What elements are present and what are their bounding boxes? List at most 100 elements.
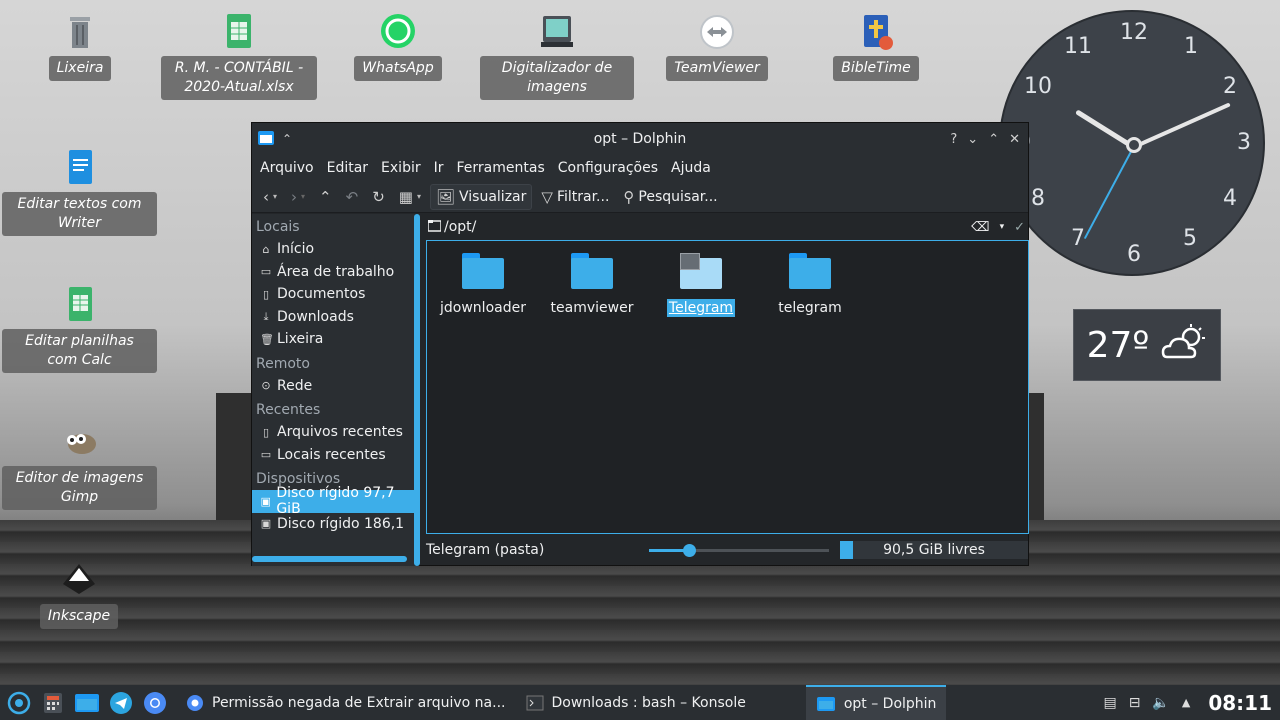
- file-item-telegram-selected[interactable]: Telegram: [651, 253, 751, 317]
- places-item-recent-files[interactable]: ▯ Arquivos recentes: [252, 421, 415, 444]
- menu-configuracoes[interactable]: Configurações: [558, 160, 658, 176]
- places-item-trash[interactable]: 🗑 Lixeira: [252, 328, 415, 351]
- maximize-icon[interactable]: ⌃: [988, 132, 999, 147]
- file-name: jdownloader: [440, 300, 526, 316]
- places-item-label: Início: [277, 241, 315, 258]
- location-path[interactable]: /opt/: [444, 219, 476, 235]
- desktop-icon-inkscape[interactable]: Inkscape: [39, 560, 119, 629]
- zoom-slider-handle[interactable]: [682, 544, 696, 557]
- minute-hand: [1133, 102, 1231, 149]
- clock-center: [1126, 137, 1142, 153]
- undo-button[interactable]: ↶: [341, 185, 364, 209]
- network-icon[interactable]: ⊟: [1129, 695, 1141, 711]
- menu-ir[interactable]: Ir: [434, 160, 444, 176]
- places-item-downloads[interactable]: ⤓ Downloads: [252, 306, 415, 329]
- weather-widget[interactable]: 27º: [1073, 309, 1221, 381]
- clear-location-icon[interactable]: ⌫: [971, 220, 989, 235]
- home-icon: ⌂: [262, 242, 270, 256]
- calculator-launcher[interactable]: [38, 688, 68, 718]
- close-icon[interactable]: ✕: [1009, 132, 1020, 147]
- location-bar[interactable]: /opt/ ⌫ ▾ ✓: [424, 214, 1029, 240]
- writer-icon: [60, 148, 100, 188]
- desktop-icon-spreadsheet-file[interactable]: R. M. - CONTÁBIL - 2020-Atual.xlsx: [161, 12, 317, 100]
- clock-number: 4: [1223, 186, 1237, 211]
- location-history-dropdown[interactable]: ▾: [1000, 222, 1005, 232]
- task-browser[interactable]: Permissão negada de Extrair arquivo na..…: [176, 685, 516, 720]
- desktop-icon-whatsapp[interactable]: WhatsApp: [353, 12, 443, 81]
- desktop-icon-trash[interactable]: Lixeira: [48, 12, 112, 81]
- desktop-icon-gimp[interactable]: Editor de imagens Gimp: [2, 422, 157, 510]
- menu-ajuda[interactable]: Ajuda: [671, 160, 711, 176]
- desktop-icon-calc[interactable]: Editar planilhas com Calc: [2, 285, 157, 373]
- dolphin-launcher[interactable]: [72, 688, 102, 718]
- menu-ferramentas[interactable]: Ferramentas: [457, 160, 545, 176]
- desktop-icon-scanner[interactable]: Digitalizador de imagens: [480, 12, 634, 100]
- downloads-icon: ⤓: [263, 309, 269, 323]
- file-item-jdownloader[interactable]: jdownloader: [433, 253, 533, 317]
- clock-number: 12: [1120, 20, 1148, 45]
- desktop-icon: ▭: [260, 265, 272, 279]
- places-item-home[interactable]: ⌂ Início: [252, 238, 415, 261]
- places-scrollbar[interactable]: [414, 214, 420, 566]
- clipboard-icon[interactable]: ▤: [1103, 695, 1116, 711]
- confirm-location-icon[interactable]: ✓: [1014, 220, 1025, 235]
- preview-button[interactable]: 🖼 Visualizar: [429, 183, 533, 210]
- browser-launcher[interactable]: [140, 688, 170, 718]
- places-item-label: Locais recentes: [277, 446, 386, 463]
- places-item-recent-places[interactable]: ▭ Locais recentes: [252, 444, 415, 467]
- chromium-icon: [144, 691, 166, 714]
- up-button[interactable]: ⌃: [314, 185, 337, 209]
- places-item-desktop[interactable]: ▭ Área de trabalho: [252, 261, 415, 284]
- desktop-icon-teamviewer[interactable]: TeamViewer: [666, 12, 768, 81]
- desktop-icon-label: Inkscape: [39, 604, 119, 629]
- places-horizontal-scrollbar[interactable]: [252, 556, 407, 562]
- places-section-header: Remoto: [256, 355, 310, 372]
- task-dolphin[interactable]: opt – Dolphin: [805, 685, 947, 720]
- menu-arquivo[interactable]: Arquivo: [260, 160, 314, 176]
- documents-icon: ▯: [262, 287, 270, 301]
- places-item-network[interactable]: ⊙ Rede: [252, 375, 415, 398]
- minimize-icon[interactable]: ⌄: [967, 132, 978, 147]
- zoom-slider[interactable]: [649, 544, 829, 557]
- analog-clock-widget[interactable]: 12 1 2 3 4 5 6 7 8 9 10 11: [999, 10, 1265, 276]
- reload-icon: ↻: [372, 187, 385, 206]
- menu-exibir[interactable]: Exibir: [381, 160, 421, 176]
- file-item-telegram[interactable]: telegram: [760, 253, 860, 317]
- toolbar: ‹ ▾ › ▾ ⌃ ↶ ↻ ▦ ▾ 🖼 Visualizar ▽ Filtrar... ⚲…: [252, 181, 1028, 213]
- keep-above-icon[interactable]: ⌃: [282, 132, 292, 146]
- search-button[interactable]: ⚲ Pesquisar...: [618, 185, 722, 209]
- folder-icon: [789, 253, 831, 289]
- clock-number: 3: [1237, 130, 1251, 155]
- places-item-documents[interactable]: ▯ Documentos: [252, 283, 415, 306]
- file-item-teamviewer[interactable]: teamviewer: [542, 253, 642, 317]
- dolphin-app-icon[interactable]: [258, 130, 274, 149]
- desktop-icon-bibletime[interactable]: BibleTime: [833, 12, 919, 81]
- file-view[interactable]: jdownloader teamviewer Telegram telegram: [426, 240, 1029, 534]
- view-mode-button[interactable]: ▦ ▾: [394, 185, 426, 209]
- desktop-icon-label: WhatsApp: [354, 56, 442, 81]
- selection-toggle-icon[interactable]: [680, 253, 700, 270]
- help-icon[interactable]: ?: [950, 132, 957, 147]
- task-konsole[interactable]: Downloads : bash – Konsole: [516, 685, 756, 720]
- back-button[interactable]: ‹ ▾: [258, 185, 282, 209]
- volume-icon[interactable]: 🔈: [1152, 695, 1169, 711]
- places-item-disk-1[interactable]: ▣ Disco rígido 97,7 GiB: [252, 485, 415, 517]
- app-launcher-button[interactable]: [4, 688, 34, 718]
- window-titlebar[interactable]: ⌃ opt – Dolphin ? ⌄ ⌃ ✕: [252, 123, 1028, 155]
- desktop-icon-label: Editar planilhas com Calc: [2, 329, 157, 373]
- search-icon: ⚲: [623, 187, 635, 206]
- filter-button[interactable]: ▽ Filtrar...: [536, 185, 614, 209]
- menu-editar[interactable]: Editar: [327, 160, 368, 176]
- reload-button[interactable]: ↻: [367, 185, 390, 209]
- status-selection-text: Telegram (pasta): [426, 542, 545, 558]
- tray-expand-icon[interactable]: ▲: [1182, 696, 1190, 709]
- calculator-icon: [44, 692, 62, 713]
- taskbar-clock[interactable]: 08:11: [1208, 691, 1272, 715]
- dolphin-window[interactable]: ⌃ opt – Dolphin ? ⌄ ⌃ ✕ Arquivo Editar E…: [251, 122, 1029, 566]
- preview-label: Visualizar: [459, 188, 527, 205]
- places-item-disk-2[interactable]: ▣ Disco rígido 186,1: [252, 513, 415, 536]
- forward-button[interactable]: › ▾: [286, 185, 310, 209]
- desktop-icon-writer[interactable]: Editar textos com Writer: [2, 148, 157, 236]
- telegram-launcher[interactable]: [106, 688, 136, 718]
- free-space-indicator[interactable]: 90,5 GiB livres: [840, 541, 1028, 559]
